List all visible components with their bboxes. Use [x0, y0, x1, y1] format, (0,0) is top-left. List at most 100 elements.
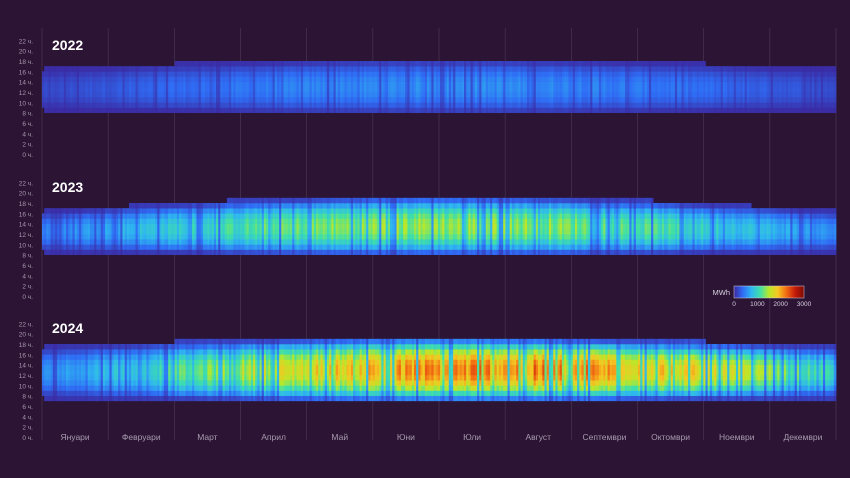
heat-cell — [455, 61, 458, 67]
heat-cell — [748, 102, 752, 108]
heat-cell — [218, 208, 221, 214]
heat-cell — [631, 76, 635, 82]
heat-cell — [172, 203, 176, 209]
heat-cell — [577, 86, 580, 93]
heat-cell — [122, 102, 126, 108]
heat-cell — [516, 61, 519, 67]
heat-cell — [377, 102, 380, 108]
heat-cell — [266, 92, 269, 98]
heat-cell — [464, 76, 467, 82]
heat-cell — [588, 66, 591, 72]
heat-cell — [775, 86, 778, 93]
heat-cell — [405, 97, 408, 103]
heat-cell — [350, 61, 354, 67]
heat-cell — [261, 61, 265, 67]
heat-cell — [76, 66, 80, 72]
heat-cell — [303, 239, 306, 245]
heat-cell — [111, 66, 115, 72]
heat-cell — [287, 213, 291, 219]
heat-cell — [368, 81, 371, 88]
heat-cell — [748, 107, 752, 113]
heat-cell — [344, 249, 347, 255]
heat-cell — [250, 76, 254, 82]
heat-cell — [320, 71, 323, 77]
heat-cell — [457, 86, 461, 93]
heat-cell — [368, 86, 371, 93]
heat-cell — [659, 92, 663, 98]
heat-cell — [96, 81, 99, 88]
heat-cell — [818, 97, 822, 103]
heat-cell — [44, 66, 47, 72]
heat-cell — [146, 102, 149, 108]
heat-cell — [411, 97, 415, 103]
heat-cell — [185, 107, 189, 113]
heat-cell — [453, 107, 456, 113]
heat-cell — [624, 97, 628, 103]
heat-cell — [85, 102, 89, 108]
heat-cell — [533, 61, 537, 67]
heat-cell — [783, 81, 787, 88]
heat-cell — [118, 249, 121, 255]
heat-cell — [257, 223, 260, 230]
heat-cell — [331, 61, 334, 67]
heat-cell — [216, 239, 219, 245]
heat-cell — [255, 249, 258, 255]
heat-cell — [381, 81, 384, 88]
heat-cell — [638, 81, 641, 88]
heat-cell — [105, 81, 108, 88]
heat-cell — [577, 81, 580, 88]
heat-cell — [231, 107, 234, 113]
heat-cell — [368, 107, 371, 113]
heat-cell — [268, 218, 271, 224]
heat-cell — [427, 61, 430, 67]
heat-cell — [816, 81, 819, 88]
heat-cell — [322, 97, 326, 103]
heat-cell — [440, 66, 443, 72]
heat-cell — [142, 218, 145, 224]
heat-cell — [255, 71, 258, 77]
heat-cell — [55, 102, 58, 108]
heat-cell — [135, 218, 139, 224]
heat-cell — [135, 71, 139, 77]
heat-cell — [727, 86, 730, 93]
heat-cell — [590, 81, 593, 88]
heat-cell — [268, 81, 271, 88]
heat-cell — [105, 208, 108, 214]
heat-cell — [548, 102, 552, 108]
heat-cell — [350, 203, 354, 209]
heat-cell — [657, 71, 661, 77]
heat-cell — [340, 218, 343, 224]
heat-cell — [255, 208, 258, 214]
heat-cell — [581, 61, 585, 67]
heat-cell — [287, 228, 291, 235]
heat-cell — [585, 97, 589, 103]
heat-cell — [176, 81, 180, 88]
heat-cell — [176, 218, 180, 224]
heat-cell — [192, 86, 195, 93]
heat-cell — [305, 66, 308, 72]
heat-cell — [572, 71, 576, 77]
heat-cell — [818, 86, 822, 93]
heat-cell — [259, 208, 263, 214]
heat-cell — [709, 66, 713, 72]
heat-cell — [318, 107, 321, 113]
heat-cell — [259, 71, 263, 77]
heat-cell — [344, 228, 347, 235]
heat-cell — [494, 102, 497, 108]
heat-cell — [344, 102, 347, 108]
heat-cell — [309, 66, 313, 72]
heat-cell — [409, 61, 413, 67]
heat-cell — [353, 107, 356, 113]
heat-cell — [142, 92, 145, 98]
heat-cell — [109, 102, 112, 108]
heat-cell — [685, 92, 689, 98]
heat-cell — [527, 66, 530, 72]
heat-cell — [135, 107, 139, 113]
heat-cell — [274, 92, 278, 98]
heat-cell — [281, 208, 284, 214]
heat-cell — [490, 71, 493, 77]
heat-cell — [259, 61, 263, 67]
heat-cell — [209, 208, 213, 214]
heat-cell — [661, 107, 665, 113]
heat-cell — [324, 223, 328, 230]
